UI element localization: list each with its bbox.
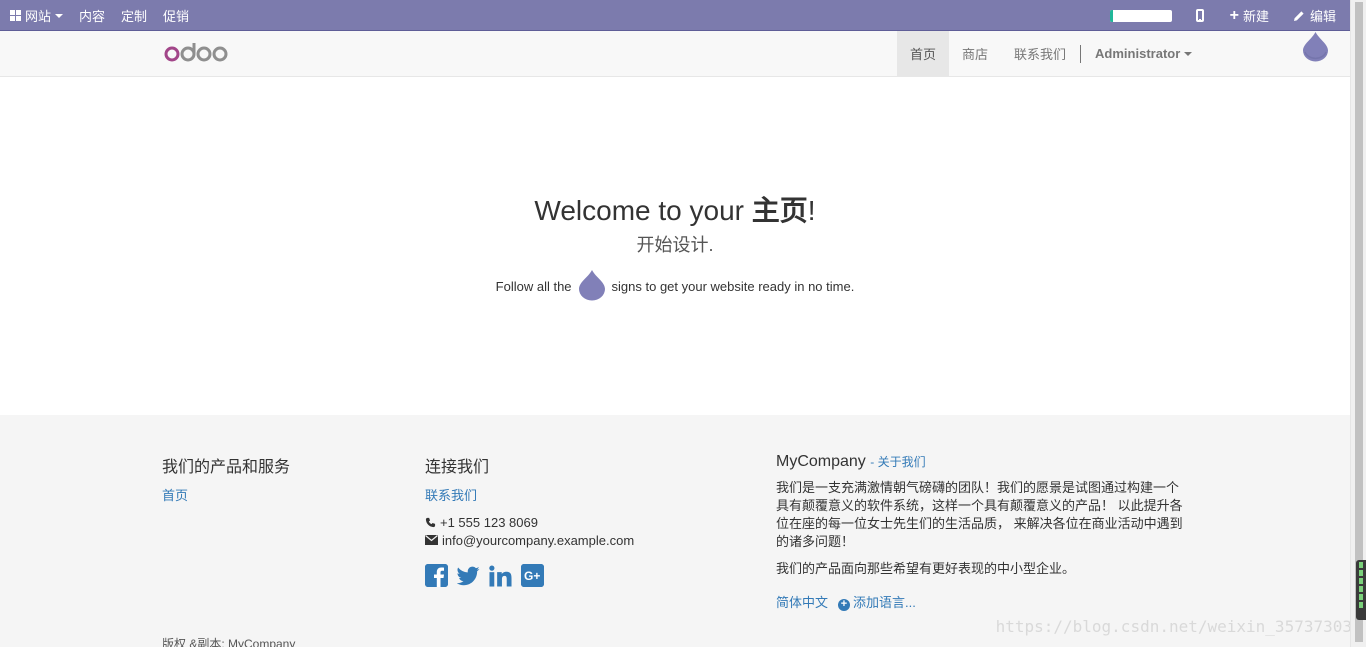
hero-follow-text: Follow all the signs to get your website… bbox=[0, 269, 1350, 304]
svg-text:G+: G+ bbox=[524, 569, 540, 583]
language-link[interactable]: 简体中文 bbox=[776, 592, 828, 611]
footer-connect: 连接我们 联系我们 +1 555 123 8069 info@yourcompa… bbox=[425, 453, 634, 587]
main-nav: 首页 商店 联系我们 Administrator bbox=[897, 31, 1205, 76]
caret-down-icon bbox=[1184, 51, 1193, 56]
twitter-icon[interactable] bbox=[457, 564, 480, 587]
website-menu-label: 网站 bbox=[25, 9, 52, 24]
language-selector: 简体中文 + 添加语言... bbox=[776, 592, 1186, 611]
apps-grid-icon bbox=[10, 10, 21, 21]
content-menu[interactable]: 内容 bbox=[71, 0, 113, 31]
follow-suffix: signs to get your website ready in no ti… bbox=[611, 279, 855, 294]
scrollbar-thumb[interactable] bbox=[1355, 2, 1363, 642]
phone-icon bbox=[425, 517, 436, 527]
hero-title: Welcome to your 主页! bbox=[0, 189, 1350, 229]
admin-top-bar: 网站 内容 定制 促销 + 新建 编辑 bbox=[0, 0, 1350, 31]
hero-section: Welcome to your 主页! 开始设计. Follow all the… bbox=[0, 77, 1350, 415]
pencil-icon bbox=[1293, 10, 1305, 22]
phone-line: +1 555 123 8069 bbox=[425, 514, 634, 530]
phone-number: +1 555 123 8069 bbox=[440, 514, 538, 530]
footer-contact-link[interactable]: 联系我们 bbox=[425, 488, 477, 503]
add-language-link[interactable]: + 添加语言... bbox=[838, 592, 916, 611]
new-button[interactable]: + 新建 bbox=[1230, 6, 1269, 25]
footer-home-link[interactable]: 首页 bbox=[162, 488, 188, 503]
about-paragraph-1: 我们是一支充满激情朝气磅礴的团队！我们的愿景是试图通过构建一个具有颠覆意义的软件… bbox=[776, 480, 1183, 549]
nav-home[interactable]: 首页 bbox=[897, 31, 950, 76]
watermark: https://blog.csdn.net/weixin_35737303 bbox=[995, 617, 1352, 636]
tip-drop-icon bbox=[578, 269, 606, 304]
follow-prefix: Follow all the bbox=[495, 279, 572, 294]
caret-down-icon bbox=[55, 13, 64, 18]
odoo-logo[interactable] bbox=[164, 40, 234, 66]
new-button-label: 新建 bbox=[1242, 9, 1269, 24]
add-language-label: 添加语言... bbox=[853, 595, 916, 610]
nav-shop[interactable]: 商店 bbox=[949, 31, 1001, 76]
envelope-icon bbox=[425, 535, 438, 545]
footer-products: 我们的产品和服务 首页 bbox=[162, 453, 290, 504]
website-menu[interactable]: 网站 bbox=[10, 0, 71, 31]
hero-title-prefix: Welcome to your bbox=[534, 195, 752, 226]
onboarding-progress-bar[interactable] bbox=[1109, 9, 1172, 22]
nav-divider bbox=[1080, 44, 1082, 63]
connect-heading: 连接我们 bbox=[425, 459, 490, 476]
about-paragraph-2: 我们的产品面向那些希望有更好表现的中小型企业。 bbox=[776, 561, 1076, 576]
promote-menu[interactable]: 促销 bbox=[155, 0, 197, 31]
edit-button[interactable]: 编辑 bbox=[1293, 6, 1336, 25]
footer-about: MyCompany - 关于我们 我们是一支充满激情朝气磅礴的团队！我们的愿景是… bbox=[776, 453, 1186, 611]
copyright: 版权 &副本: MyCompany bbox=[162, 637, 296, 647]
hero-title-suffix: ! bbox=[807, 195, 816, 226]
facebook-icon[interactable] bbox=[425, 564, 448, 587]
hero-subtitle: 开始设计. bbox=[636, 235, 714, 255]
social-links: G+ bbox=[425, 564, 634, 587]
admin-menu: 网站 内容 定制 促销 bbox=[10, 0, 197, 31]
nav-contact[interactable]: 联系我们 bbox=[1001, 31, 1079, 76]
side-widget[interactable] bbox=[1356, 560, 1366, 620]
customize-menu[interactable]: 定制 bbox=[113, 0, 155, 31]
admin-actions: + 新建 编辑 bbox=[1109, 0, 1336, 31]
products-heading: 我们的产品和服务 bbox=[162, 459, 291, 476]
linkedin-icon[interactable] bbox=[489, 564, 512, 587]
email-line: info@yourcompany.example.com bbox=[425, 532, 634, 548]
tip-drop-icon[interactable] bbox=[1302, 31, 1329, 62]
website-navbar: 首页 商店 联系我们 Administrator bbox=[0, 31, 1350, 77]
user-name: Administrator bbox=[1095, 46, 1181, 61]
about-us-link[interactable]: - 关于我们 bbox=[870, 455, 925, 469]
user-menu[interactable]: Administrator bbox=[1082, 31, 1205, 76]
footer: 我们的产品和服务 首页 连接我们 联系我们 +1 555 123 8069 in… bbox=[0, 415, 1350, 647]
hero-title-bold: 主页 bbox=[751, 195, 808, 226]
google-plus-icon[interactable]: G+ bbox=[521, 564, 544, 587]
vertical-scrollbar[interactable] bbox=[1350, 0, 1366, 647]
company-name: MyCompany bbox=[776, 453, 866, 470]
company-heading: MyCompany - 关于我们 bbox=[776, 453, 1186, 471]
plus-circle-icon: + bbox=[838, 598, 851, 611]
mobile-preview-icon[interactable] bbox=[1195, 9, 1204, 22]
progress-fill bbox=[1109, 9, 1113, 22]
email-address: info@yourcompany.example.com bbox=[442, 532, 635, 548]
edit-button-label: 编辑 bbox=[1309, 9, 1336, 24]
odoo-logo-icon bbox=[164, 43, 228, 62]
plus-icon: + bbox=[1229, 6, 1239, 24]
